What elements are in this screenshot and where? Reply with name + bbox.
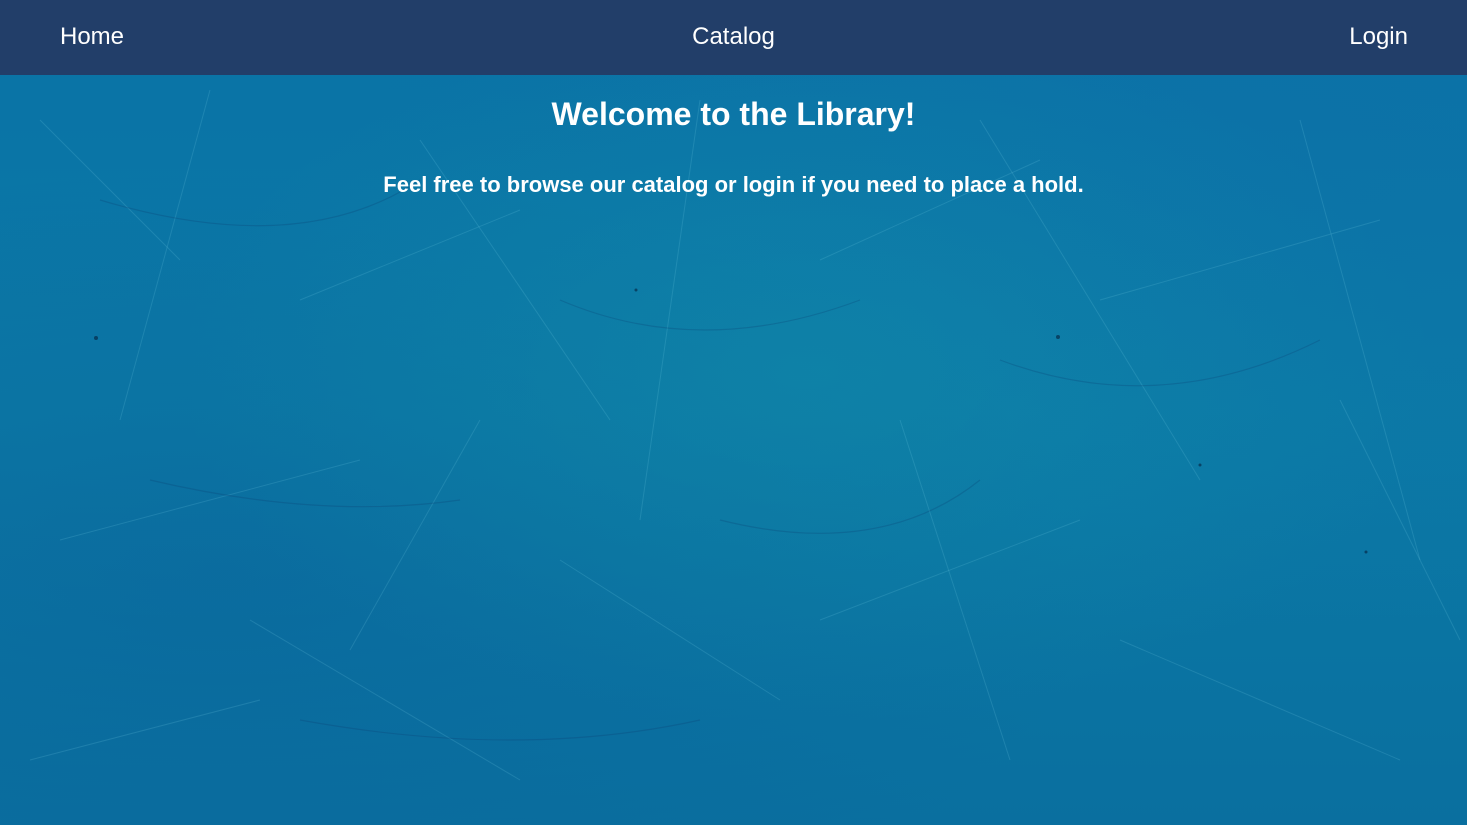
nav-catalog-link[interactable]: Catalog [692,23,775,50]
top-navbar: Home Catalog Login [0,0,1467,75]
nav-catalog-container: Catalog [0,22,1467,52]
page-subtitle: Feel free to browse our catalog or login… [383,172,1084,197]
nav-login-link[interactable]: Login [1349,22,1408,52]
nav-home-link[interactable]: Home [60,22,124,52]
page-title: Welcome to the Library! [551,96,916,132]
main-content: Welcome to the Library! Feel free to bro… [0,75,1467,199]
